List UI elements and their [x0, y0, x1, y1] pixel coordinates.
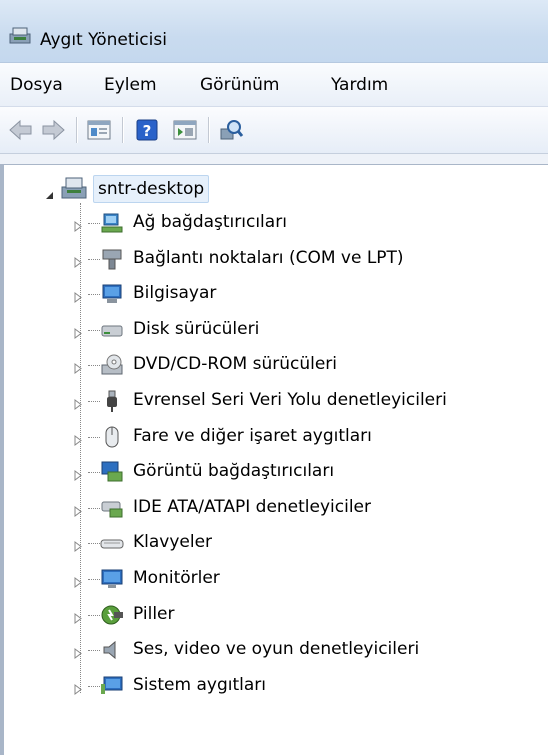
- mouse-icon: [100, 425, 124, 449]
- expand-arrow-icon[interactable]: [74, 359, 82, 379]
- tree-connector: [88, 579, 100, 580]
- expand-arrow-icon[interactable]: [74, 431, 82, 451]
- toolbar: ?: [0, 107, 548, 154]
- properties-icon[interactable]: [86, 117, 112, 143]
- tree-connector: [88, 472, 100, 474]
- tree-item-label[interactable]: Klavyeler: [133, 530, 212, 554]
- forward-arrow-icon[interactable]: [40, 117, 66, 143]
- computer-root-icon: [60, 175, 88, 206]
- menu-eylem[interactable]: Eylem: [104, 75, 157, 95]
- window-title: Aygıt Yöneticisi: [40, 30, 167, 50]
- toolbar-separator: [122, 117, 124, 143]
- tree-item[interactable]: Ses, video ve oyun denetleyicileri: [74, 635, 544, 665]
- expand-arrow-icon[interactable]: [74, 573, 82, 593]
- expand-arrow-icon[interactable]: [74, 395, 82, 415]
- usb-icon: [100, 389, 124, 413]
- speaker-icon: [100, 638, 124, 662]
- tree-item-label[interactable]: Bilgisayar: [133, 281, 216, 305]
- keyboard-icon: [100, 531, 124, 555]
- toolbar-separator: [208, 117, 210, 143]
- tree-item[interactable]: Klavyeler: [74, 528, 544, 558]
- tree-item-label[interactable]: Ses, video ve oyun denetleyicileri: [133, 637, 419, 661]
- collapse-arrow-icon[interactable]: [45, 186, 55, 206]
- tree-item-label[interactable]: IDE ATA/ATAPI denetleyiciler: [133, 495, 371, 519]
- tree-item[interactable]: Piller: [74, 600, 544, 630]
- tree-item-label[interactable]: DVD/CD-ROM sürücüleri: [133, 352, 337, 376]
- tree-item-label[interactable]: Fare ve diğer işaret aygıtları: [133, 424, 372, 448]
- tree-item[interactable]: Fare ve diğer işaret aygıtları: [74, 422, 544, 452]
- disk-drive-icon: [100, 318, 124, 342]
- menu-dosya[interactable]: Dosya: [10, 75, 63, 95]
- svg-text:?: ?: [143, 122, 152, 140]
- toolbar-gap: [0, 154, 548, 164]
- tree-connector: [88, 401, 100, 402]
- port-icon: [100, 247, 124, 271]
- tree-connector: [88, 329, 100, 331]
- display-adapter-icon: [100, 460, 124, 484]
- tree-item-label[interactable]: Ağ bağdaştırıcıları: [133, 210, 287, 234]
- tree-item[interactable]: Ağ bağdaştırıcıları: [74, 208, 544, 238]
- tree-item[interactable]: Bağlantı noktaları (COM ve LPT): [74, 244, 544, 274]
- toolbar-separator: [76, 117, 78, 143]
- tree-connector: [88, 223, 100, 224]
- expand-arrow-icon[interactable]: [74, 253, 82, 273]
- computer-icon: [100, 282, 124, 306]
- tree-item[interactable]: IDE ATA/ATAPI denetleyiciler: [74, 493, 544, 523]
- network-adapter-icon: [100, 211, 124, 235]
- monitor-icon: [100, 567, 124, 591]
- tree-item[interactable]: Görüntü bağdaştırıcıları: [74, 457, 544, 487]
- tree-left-border: [0, 165, 4, 755]
- menu-yardim[interactable]: Yardım: [331, 75, 388, 95]
- tree-item[interactable]: Bilgisayar: [74, 279, 544, 309]
- expand-arrow-icon[interactable]: [74, 609, 82, 629]
- tree-item-label[interactable]: Görüntü bağdaştırıcıları: [133, 459, 334, 483]
- tree-root-label[interactable]: sntr-desktop: [93, 175, 210, 203]
- battery-icon: [100, 603, 124, 627]
- expand-arrow-icon[interactable]: [74, 466, 82, 486]
- tree-connector: [88, 614, 100, 616]
- help-icon[interactable]: ?: [134, 117, 160, 143]
- show-hidden-icon[interactable]: [172, 117, 198, 143]
- tree-item-label[interactable]: Sistem aygıtları: [133, 673, 266, 697]
- expand-arrow-icon[interactable]: [74, 288, 82, 308]
- tree-item[interactable]: Monitörler: [74, 564, 544, 594]
- tree-item[interactable]: Disk sürücüleri: [74, 315, 544, 345]
- menu-gorunum[interactable]: Görünüm: [200, 75, 279, 95]
- back-arrow-icon[interactable]: [8, 117, 34, 143]
- tree-connector: [88, 650, 100, 652]
- tree-connector: [88, 294, 100, 296]
- ide-controller-icon: [100, 496, 124, 520]
- menu-bar: Dosya Eylem Görünüm Yardım: [0, 63, 548, 107]
- scan-hardware-icon[interactable]: [218, 117, 244, 143]
- expand-arrow-icon[interactable]: [74, 217, 82, 237]
- tree-item-label[interactable]: Piller: [133, 602, 175, 626]
- tree-item[interactable]: Sistem aygıtları: [74, 671, 544, 701]
- tree-connector: [88, 685, 100, 687]
- tree-connector: [88, 365, 100, 367]
- tree-item-label[interactable]: Bağlantı noktaları (COM ve LPT): [133, 246, 404, 270]
- tree-connector: [88, 543, 100, 545]
- system-devices-icon: [100, 674, 124, 698]
- tree-item[interactable]: Evrensel Seri Veri Yolu denetleyicileri: [74, 386, 544, 416]
- expand-arrow-icon[interactable]: [74, 502, 82, 522]
- tree-item-label[interactable]: Monitörler: [133, 566, 220, 590]
- title-bar: Aygıt Yöneticisi: [0, 0, 548, 63]
- expand-arrow-icon[interactable]: [74, 537, 82, 557]
- expand-arrow-icon[interactable]: [74, 324, 82, 344]
- device-manager-app-icon: [8, 26, 32, 51]
- tree-connector: [88, 436, 100, 438]
- tree-connector: [88, 507, 100, 509]
- tree-item-label[interactable]: Evrensel Seri Veri Yolu denetleyicileri: [133, 388, 447, 412]
- tree-item-label[interactable]: Disk sürücüleri: [133, 317, 259, 341]
- tree-connector: [88, 258, 100, 260]
- dvd-drive-icon: [100, 353, 124, 377]
- expand-arrow-icon[interactable]: [74, 680, 82, 700]
- expand-arrow-icon[interactable]: [74, 644, 82, 664]
- tree-item[interactable]: DVD/CD-ROM sürücüleri: [74, 350, 544, 380]
